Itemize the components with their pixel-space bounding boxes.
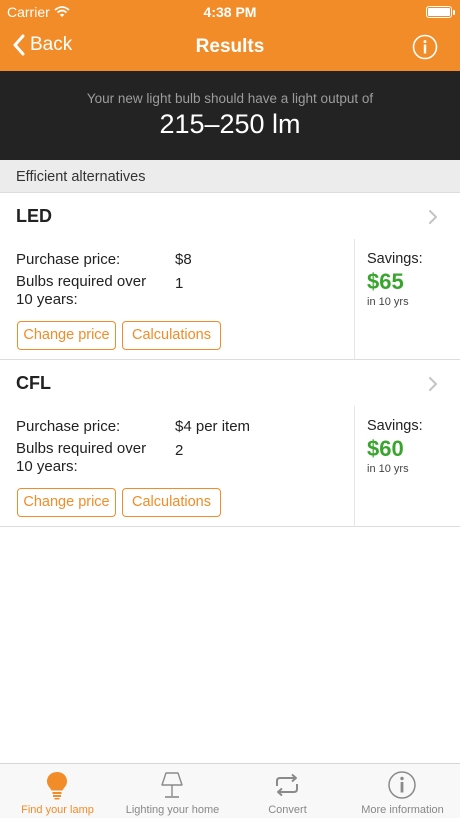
banner-subtitle: Your new light bulb should have a light … xyxy=(86,91,374,106)
savings-label: Savings: xyxy=(367,418,423,434)
change-price-button[interactable]: Change price xyxy=(17,321,116,350)
result-banner: Your new light bulb should have a light … xyxy=(0,71,460,160)
light-output-value: 215–250 lm xyxy=(159,109,301,139)
tab-label: More information xyxy=(361,804,444,816)
savings-period: in 10 yrs xyxy=(367,463,409,475)
bulbs-required-value: 1 xyxy=(175,275,184,292)
bulbs-required-value: 2 xyxy=(175,442,184,459)
purchase-price-label: Purchase price: xyxy=(16,251,121,268)
savings-period: in 10 yrs xyxy=(367,296,409,308)
battery-icon xyxy=(426,6,455,18)
savings-value: $60 xyxy=(367,436,404,461)
page-title: Results xyxy=(195,36,265,57)
savings-divider xyxy=(354,239,355,360)
info-icon-button[interactable] xyxy=(412,34,438,60)
section-header: Efficient alternatives xyxy=(0,160,460,193)
alternative-type: LED xyxy=(16,206,52,226)
repeat-icon xyxy=(276,773,298,797)
info-icon xyxy=(388,771,416,799)
alternative-card-cfl: CFL Purchase price: $4 per item Bulbs re… xyxy=(0,360,460,527)
alternative-type: CFL xyxy=(16,373,51,393)
purchase-price-label: Purchase price: xyxy=(16,418,121,435)
chevron-right-icon xyxy=(429,210,437,224)
savings-label: Savings: xyxy=(367,251,423,267)
savings-value: $65 xyxy=(367,269,404,294)
calculations-button[interactable]: Calculations xyxy=(122,488,221,517)
tab-lighting-your-home[interactable]: Lighting your home xyxy=(115,764,230,818)
change-price-button[interactable]: Change price xyxy=(17,488,116,517)
alternative-card-led: LED Purchase price: $8 Bulbs required ov… xyxy=(0,193,460,360)
tab-label: Find your lamp xyxy=(21,804,94,816)
purchase-price-value: $4 per item xyxy=(175,418,251,435)
tab-more-information[interactable]: More information xyxy=(345,764,460,818)
navigation-bar: Back Results xyxy=(0,24,460,71)
savings-divider xyxy=(354,406,355,527)
tab-label: Convert xyxy=(268,804,307,816)
bulbs-required-label: Bulbs required over xyxy=(16,440,147,457)
tab-label: Lighting your home xyxy=(125,804,220,816)
tab-find-your-lamp[interactable]: Find your lamp xyxy=(0,764,115,818)
calculations-button[interactable]: Calculations xyxy=(122,321,221,350)
tab-convert[interactable]: Convert xyxy=(230,764,345,818)
bulbs-required-label-line2: 10 years: xyxy=(16,291,78,308)
bulbs-required-label: Bulbs required over xyxy=(16,273,147,290)
alternative-row-led[interactable]: LED xyxy=(0,193,460,239)
lamp-icon xyxy=(161,772,183,798)
bulbs-required-label-line2: 10 years: xyxy=(16,458,78,475)
alternative-row-cfl[interactable]: CFL xyxy=(0,360,460,406)
tab-bar: Find your lamp Lighting your home Conver… xyxy=(0,763,460,818)
status-time: 4:38 PM xyxy=(203,4,257,20)
bulb-icon xyxy=(47,772,67,800)
purchase-price-value: $8 xyxy=(175,251,192,268)
chevron-right-icon xyxy=(429,377,437,391)
status-bar: Carrier 4:38 PM xyxy=(0,0,460,24)
